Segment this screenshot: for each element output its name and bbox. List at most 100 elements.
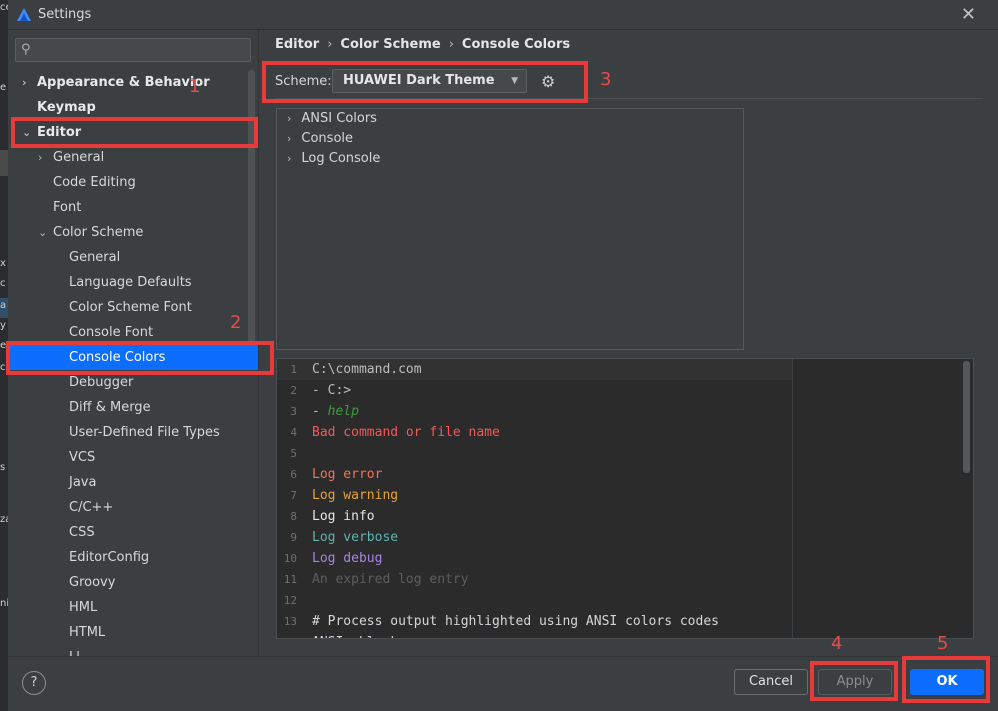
dropdown-arrow-icon: ▼ — [511, 76, 518, 86]
bg-text: e — [0, 340, 7, 351]
breadcrumb: Editor › Color Scheme › Console Colors — [275, 37, 570, 52]
preview-line: 9 Log verbose — [277, 527, 792, 548]
line-number: 3 — [290, 405, 297, 418]
scheme-value: HUAWEI Dark Theme — [343, 73, 495, 88]
sidebar-item-java[interactable]: Java — [8, 470, 258, 495]
line-text: - help — [312, 404, 359, 419]
sidebar-item-editorconfig[interactable]: EditorConfig — [8, 545, 258, 570]
preview-line: 13 # Process output highlighted using ANS… — [277, 611, 792, 632]
chevron-right-icon: › — [287, 112, 292, 125]
sidebar-item-partial[interactable]: Ll... — [8, 645, 258, 656]
bg-text: ce — [0, 2, 8, 13]
scheme-label: Scheme: — [275, 74, 332, 89]
sidebar-item-editor[interactable]: ⌄ Editor — [8, 120, 258, 145]
sidebar-item-console-colors[interactable]: Console Colors — [8, 345, 258, 370]
chevron-right-icon: › — [287, 152, 292, 165]
dialog-footer: ? Cancel Apply OK — [8, 656, 998, 711]
title-bar: Settings ✕ — [8, 0, 998, 30]
sidebar-item-css[interactable]: CSS — [8, 520, 258, 545]
annotation-number: 5 — [937, 633, 949, 654]
sidebar-item-language-defaults[interactable]: Language Defaults — [8, 270, 258, 295]
breadcrumb-editor[interactable]: Editor — [275, 37, 319, 52]
line-number: 9 — [290, 531, 297, 544]
sidebar-item-appearance-behavior[interactable]: › Appearance & Behavior — [8, 70, 258, 95]
sidebar-item-html[interactable]: HTML — [8, 620, 258, 645]
line-number: 14 — [277, 632, 297, 638]
bg-text: c — [0, 362, 6, 373]
bg-text: ni — [0, 598, 8, 609]
preview-line: 7 Log warning — [277, 485, 792, 506]
sidebar-item-color-scheme[interactable]: ⌄ Color Scheme — [8, 220, 258, 245]
settings-search-input[interactable]: ⚲ — [15, 38, 251, 62]
sidebar-item-general[interactable]: › General — [8, 145, 258, 170]
line-number: 4 — [290, 426, 297, 439]
apply-button[interactable]: Apply — [818, 669, 892, 695]
preview-line: 2 - C:> — [277, 380, 792, 401]
line-text: # Process output highlighted using ANSI … — [312, 614, 719, 629]
category-ansi-colors[interactable]: › ANSI Colors — [287, 109, 377, 129]
preview-line: 1 C:\command.com — [277, 359, 792, 380]
bg-text: s — [0, 462, 6, 473]
chevron-right-icon: › — [38, 151, 43, 164]
category-console[interactable]: › Console — [287, 129, 353, 149]
line-text: Log verbose — [312, 530, 399, 545]
preview-line: 10 Log debug — [277, 548, 792, 569]
line-number: 7 — [290, 489, 297, 502]
sidebar-item-vcs[interactable]: VCS — [8, 445, 258, 470]
annotation-number: 1 — [189, 76, 201, 97]
close-icon[interactable]: ✕ — [961, 4, 976, 25]
bg-text: za — [0, 514, 8, 525]
line-text: Bad command or file name — [312, 425, 500, 440]
settings-content: Editor › Color Scheme › Console Colors Schem… — [260, 30, 998, 656]
line-number: 12 — [283, 594, 297, 607]
line-number: 11 — [283, 573, 297, 586]
sidebar-item-console-font[interactable]: Console Font — [8, 320, 258, 345]
annotation-number: 2 — [230, 312, 242, 333]
scheme-dropdown[interactable]: HUAWEI Dark Theme ▼ — [332, 69, 527, 93]
sidebar-item-groovy[interactable]: Groovy — [8, 570, 258, 595]
background-window-edge: ce e x c a y e c s za ni — [0, 0, 8, 711]
preview-line: 14 ANSI: black — [277, 632, 792, 638]
breadcrumb-color-scheme[interactable]: Color Scheme — [340, 37, 440, 52]
bg-block — [0, 150, 8, 176]
preview-line: 4 Bad command or file name — [277, 422, 792, 443]
bg-text: e — [0, 82, 7, 93]
sidebar-item-hml[interactable]: HML — [8, 595, 258, 620]
chevron-down-icon: ⌄ — [38, 226, 48, 239]
sidebar-item-code-editing[interactable]: Code Editing — [8, 170, 258, 195]
settings-sidebar: ⚲ › Appearance & Behavior Keymap ⌄ Edito… — [8, 30, 259, 656]
line-text: Log debug — [312, 551, 383, 566]
sidebar-item-diff-merge[interactable]: Diff & Merge — [8, 395, 258, 420]
line-number: 2 — [290, 384, 297, 397]
sidebar-item-font[interactable]: Font — [8, 195, 258, 220]
right-margin-guide — [792, 359, 793, 638]
sidebar-item-user-defined-file-types[interactable]: User-Defined File Types — [8, 420, 258, 445]
gear-icon[interactable]: ⚙ — [541, 72, 555, 91]
annotation-number: 3 — [600, 69, 612, 90]
help-icon[interactable]: ? — [22, 671, 46, 695]
line-text: ANSI: black — [312, 632, 398, 638]
sidebar-item-c-cpp[interactable]: C/C++ — [8, 495, 258, 520]
sidebar-item-cs-general[interactable]: General — [8, 245, 258, 270]
settings-dialog: Settings ✕ ⚲ › Appearance & Behavior Key… — [8, 0, 998, 711]
bg-text: x — [0, 258, 6, 269]
chevron-right-icon: › — [22, 76, 27, 89]
app-logo-icon — [17, 8, 31, 21]
cancel-button[interactable]: Cancel — [734, 669, 808, 695]
line-number: 5 — [290, 447, 297, 460]
line-text: Log warning — [312, 488, 399, 503]
breadcrumb-console-colors: Console Colors — [461, 37, 571, 52]
divider — [275, 98, 983, 99]
preview-line: 6 Log error — [277, 464, 792, 485]
bg-text: a — [0, 300, 7, 311]
category-log-console[interactable]: › Log Console — [287, 149, 380, 169]
chevron-right-icon: › — [287, 132, 292, 145]
sidebar-item-color-scheme-font[interactable]: Color Scheme Font — [8, 295, 258, 320]
color-preview-editor[interactable]: 1 C:\command.com 2 - C:> 3 - help 4 Bad command… — [276, 358, 974, 639]
line-number: 6 — [290, 468, 297, 481]
preview-scrollbar[interactable] — [963, 361, 970, 473]
ok-button[interactable]: OK — [910, 669, 984, 695]
sidebar-item-debugger[interactable]: Debugger — [8, 370, 258, 395]
sidebar-item-keymap[interactable]: Keymap — [8, 95, 258, 120]
preview-line: 5 — [277, 443, 792, 464]
